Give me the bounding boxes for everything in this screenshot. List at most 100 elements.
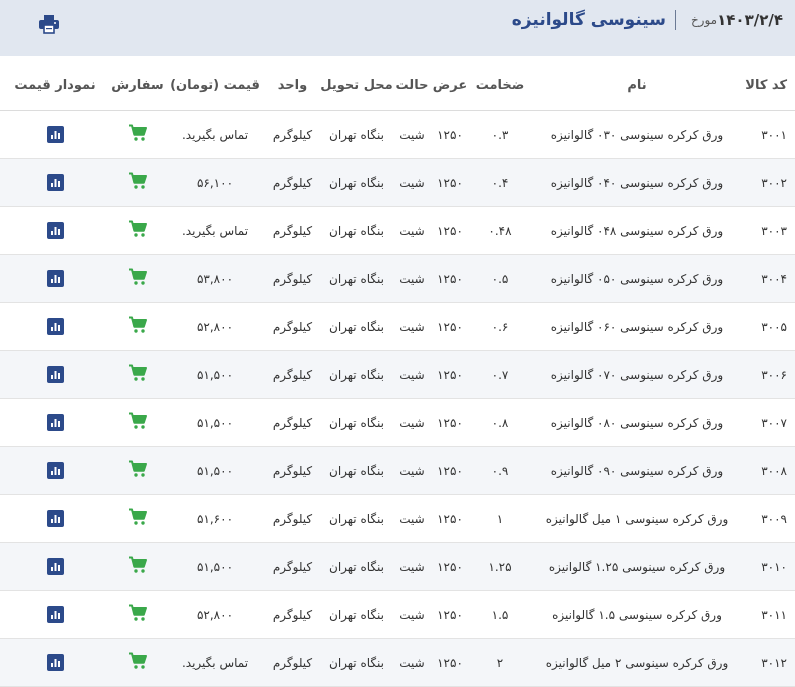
- cart-icon: [128, 172, 147, 189]
- table-row: ۳۰۰۶ ورق کرکره سینوسی ۰۷۰ گالوانیزه ۰.۷ ۱۲۵…: [0, 350, 795, 399]
- cell-price: ۵۱,۵۰۰: [165, 446, 265, 495]
- cell-width: ۱۲۵۰: [431, 206, 469, 255]
- price-chart-button[interactable]: [46, 222, 64, 239]
- cell-name[interactable]: ورق کرکره سینوسی ۰۳۰ گالوانیزه: [531, 110, 743, 159]
- cell-code: ۳۰۰۱: [743, 110, 795, 159]
- col-header-thickness[interactable]: ضخامت: [469, 60, 531, 111]
- cell-name[interactable]: ورق کرکره سینوسی ۰۵۰ گالوانیزه: [531, 254, 743, 303]
- col-header-unit[interactable]: واحد: [265, 60, 320, 111]
- cell-name[interactable]: ورق کرکره سینوسی ۲ میل گالوانیزه: [531, 638, 743, 687]
- cell-price: تماس بگیرید.: [165, 110, 265, 159]
- order-button[interactable]: [128, 508, 148, 526]
- cell-name[interactable]: ورق کرکره سینوسی ۱ میل گالوانیزه: [531, 494, 743, 543]
- cell-location: بنگاه تهران: [320, 590, 393, 639]
- cell-name[interactable]: ورق کرکره سینوسی ۰۹۰ گالوانیزه: [531, 446, 743, 495]
- cell-price: ۵۳,۸۰۰: [165, 254, 265, 303]
- cell-code: ۳۰۰۳: [743, 206, 795, 255]
- cell-order: [110, 206, 165, 255]
- bar-chart-icon: [50, 611, 60, 619]
- cell-price: ۵۱,۶۰۰: [165, 494, 265, 543]
- cell-thickness: ۰.۵: [469, 254, 531, 303]
- cell-location: بنگاه تهران: [320, 206, 393, 255]
- col-header-name[interactable]: نام: [531, 60, 743, 111]
- cell-chart: [0, 302, 110, 351]
- cell-name[interactable]: ورق کرکره سینوسی ۱.۲۵ گالوانیزه: [531, 542, 743, 591]
- col-header-chart[interactable]: نمودار قیمت: [0, 60, 110, 111]
- order-button[interactable]: [128, 460, 148, 478]
- order-button[interactable]: [128, 652, 148, 670]
- cell-thickness: ۰.۴۸: [469, 206, 531, 255]
- cell-order: [110, 350, 165, 399]
- cell-unit: کیلوگرم: [265, 638, 320, 687]
- price-chart-button[interactable]: [46, 510, 64, 527]
- cell-unit: کیلوگرم: [265, 398, 320, 447]
- price-chart-button[interactable]: [46, 174, 64, 191]
- table-row: ۳۰۰۴ ورق کرکره سینوسی ۰۵۰ گالوانیزه ۰.۵ ۱۲۵…: [0, 254, 795, 303]
- price-chart-button[interactable]: [46, 126, 64, 143]
- cell-width: ۱۲۵۰: [431, 638, 469, 687]
- col-header-price[interactable]: قیمت (تومان): [165, 60, 265, 111]
- cart-icon: [128, 412, 147, 429]
- price-chart-button[interactable]: [46, 270, 64, 287]
- cell-code: ۳۰۰۷: [743, 398, 795, 447]
- price-chart-button[interactable]: [46, 654, 64, 671]
- cell-order: [110, 638, 165, 687]
- cell-unit: کیلوگرم: [265, 206, 320, 255]
- bar-chart-icon: [50, 227, 60, 235]
- cell-location: بنگاه تهران: [320, 494, 393, 543]
- cell-unit: کیلوگرم: [265, 446, 320, 495]
- price-chart-button[interactable]: [46, 558, 64, 575]
- cart-icon: [128, 220, 147, 237]
- order-button[interactable]: [128, 220, 148, 238]
- order-button[interactable]: [128, 316, 148, 334]
- cell-state: شیت: [393, 302, 431, 351]
- cell-order: [110, 446, 165, 495]
- cell-name[interactable]: ورق کرکره سینوسی ۰۸۰ گالوانیزه: [531, 398, 743, 447]
- cell-name[interactable]: ورق کرکره سینوسی ۰۷۰ گالوانیزه: [531, 350, 743, 399]
- order-button[interactable]: [128, 172, 148, 190]
- table-row: ۳۰۰۳ ورق کرکره سینوسی ۰۴۸ گالوانیزه ۰.۴۸ ۱۲…: [0, 206, 795, 255]
- cell-state: شیت: [393, 398, 431, 447]
- order-button[interactable]: [128, 556, 148, 574]
- bar-chart-icon: [50, 371, 60, 379]
- cell-state: شیت: [393, 206, 431, 255]
- cell-location: بنگاه تهران: [320, 254, 393, 303]
- order-button[interactable]: [128, 268, 148, 286]
- cell-thickness: ۰.۴: [469, 158, 531, 207]
- cell-price: ۵۲,۸۰۰: [165, 590, 265, 639]
- bar-chart-icon: [50, 659, 60, 667]
- cell-price: ۵۶,۱۰۰: [165, 158, 265, 207]
- cart-icon: [128, 316, 147, 333]
- printer-icon: [39, 15, 59, 34]
- order-button[interactable]: [128, 604, 148, 622]
- cell-name[interactable]: ورق کرکره سینوسی ۱.۵ گالوانیزه: [531, 590, 743, 639]
- table-row: ۳۰۱۰ ورق کرکره سینوسی ۱.۲۵ گالوانیزه ۱.۲۵ ۱…: [0, 542, 795, 591]
- cell-order: [110, 494, 165, 543]
- print-button[interactable]: [36, 12, 62, 36]
- price-chart-button[interactable]: [46, 414, 64, 431]
- col-header-code[interactable]: کد کالا: [743, 60, 795, 111]
- table-row: ۳۰۱۱ ورق کرکره سینوسی ۱.۵ گالوانیزه ۱.۵ ۱۲۵…: [0, 590, 795, 639]
- cell-name[interactable]: ورق کرکره سینوسی ۰۶۰ گالوانیزه: [531, 302, 743, 351]
- cell-name[interactable]: ورق کرکره سینوسی ۰۴۸ گالوانیزه: [531, 206, 743, 255]
- bar-chart-icon: [50, 467, 60, 475]
- col-header-width[interactable]: عرض: [431, 60, 469, 111]
- col-header-state[interactable]: حالت: [393, 60, 431, 111]
- order-button[interactable]: [128, 412, 148, 430]
- price-chart-button[interactable]: [46, 366, 64, 383]
- order-button[interactable]: [128, 364, 148, 382]
- col-header-location[interactable]: محل تحویل: [320, 60, 393, 111]
- cell-code: ۳۰۱۱: [743, 590, 795, 639]
- order-button[interactable]: [128, 124, 148, 142]
- cell-order: [110, 110, 165, 159]
- price-chart-button[interactable]: [46, 318, 64, 335]
- col-header-order[interactable]: سفارش: [110, 60, 165, 111]
- cell-name[interactable]: ورق کرکره سینوسی ۰۴۰ گالوانیزه: [531, 158, 743, 207]
- table-row: ۳۰۰۹ ورق کرکره سینوسی ۱ میل گالوانیزه ۱ ۱۲۵…: [0, 494, 795, 543]
- cell-width: ۱۲۵۰: [431, 158, 469, 207]
- cell-location: بنگاه تهران: [320, 350, 393, 399]
- price-chart-button[interactable]: [46, 462, 64, 479]
- price-chart-button[interactable]: [46, 606, 64, 623]
- cell-code: ۳۰۱۰: [743, 542, 795, 591]
- cell-code: ۳۰۰۴: [743, 254, 795, 303]
